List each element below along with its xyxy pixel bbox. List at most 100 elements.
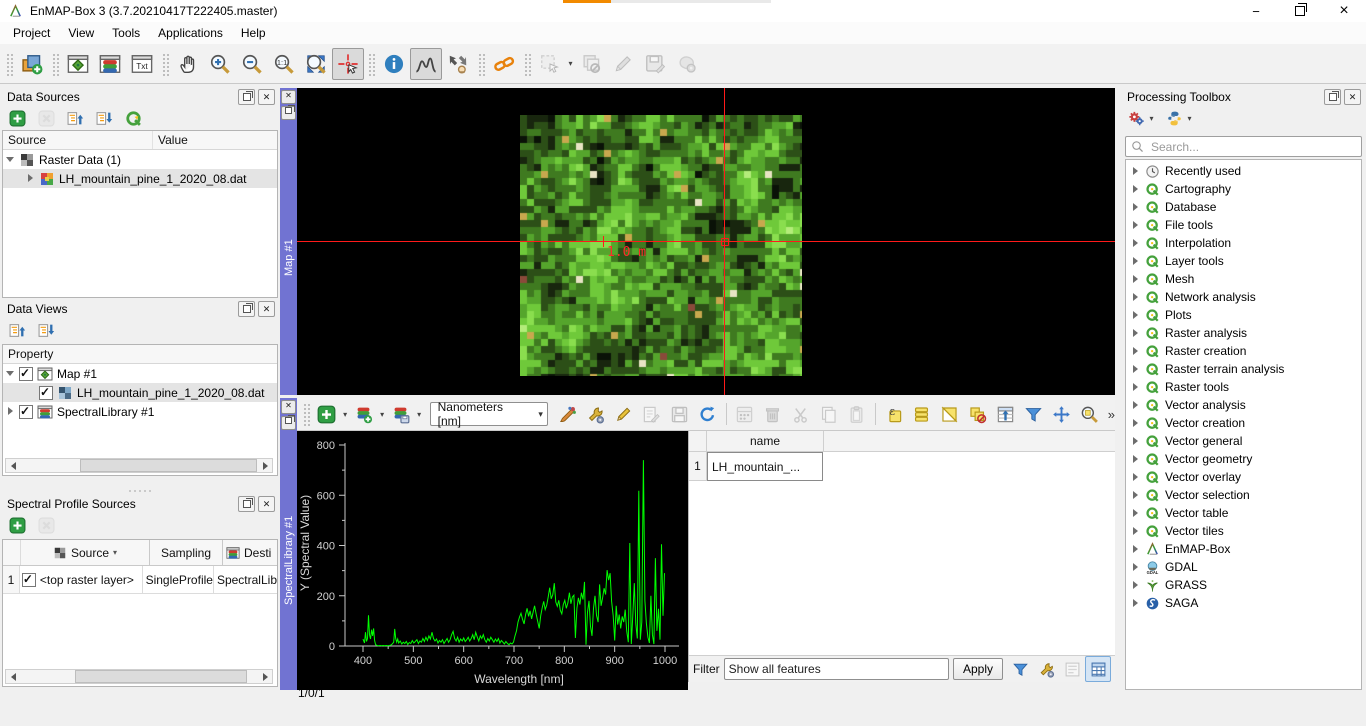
toolbox-item-vector-general[interactable]: Vector general [1126,432,1361,450]
scroll-right-arrow[interactable] [258,670,272,683]
toolbox-item-network-analysis[interactable]: Network analysis [1126,288,1361,306]
toolbox-item-vector-geometry[interactable]: Vector geometry [1126,450,1361,468]
select-by-expression-button[interactable]: ε [880,400,908,428]
tree-row-map1[interactable]: Map #1 [3,364,277,383]
close-panel-button[interactable]: ✕ [258,301,275,317]
toolbox-item-gdal[interactable]: GDALGDAL [1126,558,1361,576]
filter-funnel-button[interactable] [1007,656,1033,682]
menu-applications[interactable]: Applications [149,22,232,44]
expander-closed-icon[interactable] [1131,455,1140,464]
multi-edit-button[interactable] [638,400,666,428]
menu-help[interactable]: Help [232,22,275,44]
delete-selected-button[interactable] [759,400,787,428]
close-button[interactable]: × [1322,0,1366,22]
spectral-profile-tool-button[interactable] [410,48,442,80]
spectral-plot[interactable]: 02004006008004005006007008009001000Wavel… [297,431,688,690]
table-row[interactable]: 1 LH_mountain_... [689,452,1115,481]
toolbox-item-raster-tools[interactable]: Raster tools [1126,378,1361,396]
expander-closed-icon[interactable] [1131,293,1140,302]
toolbox-item-grass[interactable]: GRASS [1126,576,1361,594]
paste-button[interactable] [843,400,871,428]
save-edits-button[interactable] [639,48,671,80]
float-panel-button[interactable] [238,301,255,317]
close-dock-button[interactable]: ✕ [281,400,296,414]
scrollbar-thumb[interactable] [75,670,247,683]
scroll-left-arrow[interactable] [6,459,20,472]
add-data-source-button[interactable] [6,107,28,129]
expander-closed-icon[interactable] [1131,527,1140,536]
add-profile-button-dropdown-arrow[interactable]: ▾ [341,410,350,419]
toolbox-item-vector-selection[interactable]: Vector selection [1126,486,1361,504]
deselect-features-button[interactable] [575,48,607,80]
python-tools-button-dropdown-arrow[interactable]: ▾ [1185,114,1194,123]
expander-closed-icon[interactable] [1131,347,1140,356]
expander-closed-icon[interactable] [1131,185,1140,194]
expander-closed-icon[interactable] [1131,365,1140,374]
panel-splitter[interactable] [2,489,278,493]
toolbar-overflow-button[interactable]: » [1108,407,1115,422]
filter-input[interactable] [724,658,949,680]
expander-open-icon[interactable] [6,155,15,164]
tree-row-map1-layer[interactable]: LH_mountain_pine_1_2020_08.dat [3,383,277,402]
column-header-sampling[interactable]: Sampling [150,540,223,565]
column-header-name[interactable]: name [707,431,824,451]
expander-closed-icon[interactable] [1131,581,1140,590]
processing-options-button[interactable] [1125,107,1147,129]
expander-closed-icon[interactable] [1131,167,1140,176]
menu-project[interactable]: Project [4,22,59,44]
scroll-left-arrow[interactable] [6,670,20,683]
select-features-button-dropdown-arrow[interactable]: ▾ [566,59,575,68]
column-header-source[interactable]: Source [71,546,109,560]
toolbox-item-saga[interactable]: SAGA [1126,594,1361,612]
expander-closed-icon[interactable] [1131,419,1140,428]
toolbox-item-plots[interactable]: Plots [1126,306,1361,324]
expander-closed-icon[interactable] [1131,203,1140,212]
invert-selection-button[interactable] [936,400,964,428]
collect-profiles-button[interactable] [442,48,474,80]
expander-closed-icon[interactable] [6,407,15,416]
zoom-in-button[interactable] [204,48,236,80]
visibility-checkbox[interactable] [19,367,33,381]
cut-button[interactable] [787,400,815,428]
menu-view[interactable]: View [59,22,103,44]
toolbox-search-input[interactable] [1149,139,1356,155]
link-map-views-button[interactable] [488,48,520,80]
column-header-destination[interactable]: Desti [244,546,271,560]
expander-closed-icon[interactable] [1131,509,1140,518]
horizontal-scrollbar[interactable] [5,458,273,473]
profile-styling-button[interactable] [554,400,582,428]
toolbox-item-vector-analysis[interactable]: Vector analysis [1126,396,1361,414]
expand-all-button[interactable] [6,319,28,341]
toggle-editing-button[interactable] [610,400,638,428]
horizontal-scrollbar[interactable] [5,669,273,684]
column-header-value[interactable]: Value [153,131,277,149]
toolbox-item-raster-analysis[interactable]: Raster analysis [1126,324,1361,342]
float-panel-button[interactable] [238,496,255,512]
float-dock-button[interactable] [281,106,296,120]
select-features-button[interactable] [534,48,566,80]
float-dock-button[interactable] [281,416,296,430]
sampling-cell[interactable]: SingleProfile [143,566,214,593]
toolbox-item-cartography[interactable]: Cartography [1126,180,1361,198]
sync-qgis-button[interactable] [122,107,144,129]
column-header-property[interactable]: Property [3,345,277,363]
crosshair-tool-button[interactable] [332,48,364,80]
toggle-editing-button[interactable] [607,48,639,80]
visibility-checkbox[interactable] [39,386,53,400]
toolbox-item-raster-terrain-analysis[interactable]: Raster terrain analysis [1126,360,1361,378]
collapse-all-button[interactable] [35,319,57,341]
expander-closed-icon[interactable] [1131,401,1140,410]
scroll-right-arrow[interactable] [258,459,272,472]
toolbox-item-enmap-box[interactable]: EnMAP-Box [1126,540,1361,558]
toolbox-item-recently-used[interactable]: Recently used [1126,162,1361,180]
open-text-view-button[interactable]: Txt [126,48,158,80]
python-tools-button[interactable] [1163,107,1185,129]
toolbox-item-raster-creation[interactable]: Raster creation [1126,342,1361,360]
open-speclib-view-button[interactable] [94,48,126,80]
float-panel-button[interactable] [1324,89,1341,105]
export-profiles-button[interactable] [387,400,415,428]
expander-closed-icon[interactable] [1131,311,1140,320]
select-all-button[interactable] [908,400,936,428]
zoom-native-button[interactable]: 1:1 [268,48,300,80]
copy-button[interactable] [815,400,843,428]
